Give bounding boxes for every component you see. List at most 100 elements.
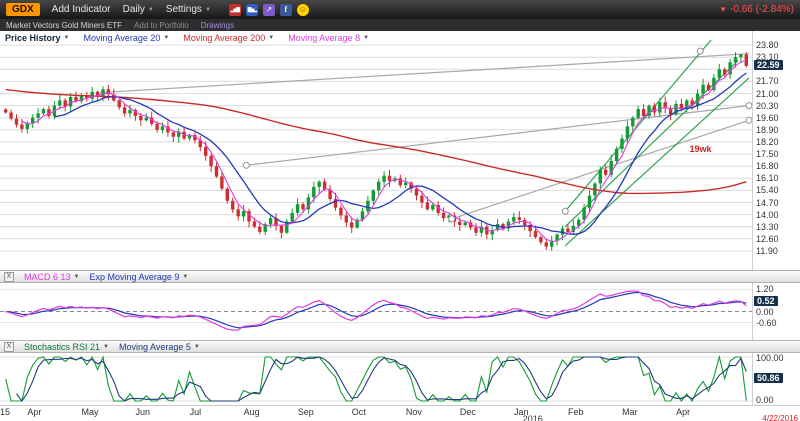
- time-axis-label: Aug: [244, 407, 260, 417]
- chevron-down-icon: ▼: [363, 35, 369, 41]
- stoch-ma-label-text: Moving Average 5: [119, 342, 191, 352]
- stoch-value-badge: 50.86: [754, 373, 783, 383]
- stoch-indicator-label[interactable]: Stochastics RSI 21 ▼: [24, 342, 109, 352]
- time-axis-label: Jan: [514, 407, 529, 417]
- candlestick-chart-icon[interactable]: ▂▅▇: [229, 4, 241, 16]
- time-axis-label: 15: [0, 407, 10, 417]
- add-indicator-button[interactable]: Add Indicator: [52, 4, 111, 15]
- chevron-down-icon: ▼: [148, 7, 154, 13]
- change-value: -0.66 (-2.84%): [730, 4, 794, 15]
- stoch-axis[interactable]: 50.86 100.00 0.00: [752, 353, 800, 405]
- macd-indicator-label[interactable]: MACD 6 13 ▼: [24, 272, 79, 282]
- price-axis[interactable]: 22.59 23.8023.1021.7021.0020.3019.6018.9…: [752, 31, 800, 270]
- macd-chart[interactable]: [0, 283, 752, 340]
- settings-label: Settings: [166, 4, 202, 15]
- macd-signal-label[interactable]: Exp Moving Average 9 ▼: [89, 272, 188, 282]
- current-date-label: 4/22/2016: [762, 414, 798, 421]
- price-axis-label: 12.60: [756, 234, 779, 244]
- chevron-down-icon: ▼: [182, 274, 188, 280]
- timeframe-label: Daily: [123, 4, 145, 15]
- price-axis-label: 20.30: [756, 101, 779, 111]
- price-axis-label: 15.40: [756, 185, 779, 195]
- time-axis-label: Sep: [298, 407, 314, 417]
- time-axis-label: May: [81, 407, 98, 417]
- chevron-down-icon: ▼: [74, 274, 80, 280]
- smiley-icon[interactable]: ☺: [297, 4, 309, 16]
- indicator-chip-moving-average-8[interactable]: Moving Average 8▼: [288, 33, 369, 43]
- time-axis-label: Jun: [136, 407, 151, 417]
- last-price-badge: 22.59: [754, 60, 783, 70]
- price-axis-label: 19.60: [756, 113, 779, 123]
- stoch-pane-header: X Stochastics RSI 21 ▼ Moving Average 5 …: [0, 340, 800, 353]
- macd-axis-label: 0.00: [756, 307, 774, 317]
- time-axis-label: Nov: [406, 407, 422, 417]
- indicator-chip-label: Moving Average 200: [183, 33, 265, 43]
- stock-charting-app: GDX Add Indicator Daily ▼ Settings ▼ ▂▅▇…: [0, 0, 800, 421]
- chevron-down-icon: ▼: [163, 35, 169, 41]
- time-axis[interactable]: 2016 4/22/2016 15AprMayJunJulAugSepOctNo…: [0, 405, 800, 421]
- time-axis-label: Oct: [352, 407, 366, 417]
- chevron-down-icon: ▼: [268, 35, 274, 41]
- facebook-icon[interactable]: f: [280, 4, 292, 16]
- indicator-chip-label: Price History: [5, 33, 61, 43]
- bars-glyph: ▂▅▇: [231, 7, 240, 13]
- price-axis-label: 18.20: [756, 137, 779, 147]
- time-axis-label: Apr: [27, 407, 41, 417]
- symbol-badge[interactable]: GDX: [6, 3, 40, 16]
- chevron-down-icon: ▼: [194, 344, 200, 350]
- time-axis-label: Dec: [460, 407, 476, 417]
- close-stoch-button[interactable]: X: [4, 342, 14, 352]
- stoch-axis-label: 100.00: [756, 353, 784, 363]
- bar-chart-icon[interactable]: ▇▅▂: [246, 4, 258, 16]
- time-axis-label: Mar: [622, 407, 638, 417]
- indicator-chip-label: Moving Average 8: [288, 33, 360, 43]
- stoch-axis-label: 0.00: [756, 395, 774, 405]
- chevron-down-icon: ▼: [64, 35, 70, 41]
- bars-glyph: ▇▅▂: [248, 7, 257, 13]
- time-axis-label: Jul: [190, 407, 202, 417]
- macd-pane-header: X MACD 6 13 ▼ Exp Moving Average 9 ▼: [0, 270, 800, 283]
- price-axis-label: 11.90: [756, 246, 778, 256]
- close-macd-button[interactable]: X: [4, 272, 14, 282]
- indicator-chip-label: Moving Average 20: [83, 33, 160, 43]
- macd-value-badge: 0.52: [754, 296, 778, 306]
- price-axis-label: 23.80: [756, 40, 779, 50]
- chevron-down-icon: ▼: [205, 7, 211, 13]
- instrument-name: Market Vectors Gold Miners ETF: [6, 21, 122, 30]
- price-chart[interactable]: [0, 31, 752, 270]
- price-axis-label: 14.70: [756, 198, 779, 208]
- price-axis-label: 21.70: [756, 76, 779, 86]
- sub-toolbar: Market Vectors Gold Miners ETF Add to Po…: [0, 19, 800, 31]
- add-indicator-label: Add Indicator: [52, 4, 111, 15]
- timeframe-dropdown[interactable]: Daily ▼: [123, 4, 154, 15]
- macd-signal-label-text: Exp Moving Average 9: [89, 272, 179, 282]
- price-axis-label: 16.10: [756, 173, 779, 183]
- add-to-portfolio-link[interactable]: Add to Portfolio: [134, 21, 189, 30]
- chart-area: Price History▼Moving Average 20▼Moving A…: [0, 31, 800, 421]
- stoch-label-text: Stochastics RSI 21: [24, 342, 100, 352]
- share-icon[interactable]: ↗: [263, 4, 275, 16]
- down-arrow-icon: ▼: [719, 5, 727, 14]
- price-change: ▼ -0.66 (-2.84%): [719, 4, 794, 15]
- chevron-down-icon: ▼: [103, 344, 109, 350]
- price-indicator-chips: Price History▼Moving Average 20▼Moving A…: [5, 33, 369, 43]
- price-axis-label: 14.00: [756, 210, 779, 220]
- settings-dropdown[interactable]: Settings ▼: [166, 4, 211, 15]
- macd-axis-label: 1.20: [756, 284, 774, 294]
- macd-axis-label: -0.60: [756, 318, 777, 328]
- stoch-chart[interactable]: [0, 353, 752, 405]
- top-toolbar: GDX Add Indicator Daily ▼ Settings ▼ ▂▅▇…: [0, 0, 800, 19]
- macd-axis[interactable]: 0.52 1.20 0.00-0.60: [752, 283, 800, 340]
- toolbar-icons: ▂▅▇ ▇▅▂ ↗ f ☺: [229, 4, 309, 16]
- price-axis-label: 21.00: [756, 89, 779, 99]
- indicator-chip-moving-average-200[interactable]: Moving Average 200▼: [183, 33, 274, 43]
- macd-label-text: MACD 6 13: [24, 272, 71, 282]
- time-axis-label: Feb: [568, 407, 584, 417]
- drawings-link[interactable]: Drawings: [201, 21, 234, 30]
- price-axis-label: 13.30: [756, 222, 779, 232]
- time-axis-label: Apr: [676, 407, 690, 417]
- indicator-chip-moving-average-20[interactable]: Moving Average 20▼: [83, 33, 169, 43]
- indicator-chip-price-history[interactable]: Price History▼: [5, 33, 69, 43]
- price-axis-label: 17.50: [756, 149, 779, 159]
- stoch-ma-label[interactable]: Moving Average 5 ▼: [119, 342, 200, 352]
